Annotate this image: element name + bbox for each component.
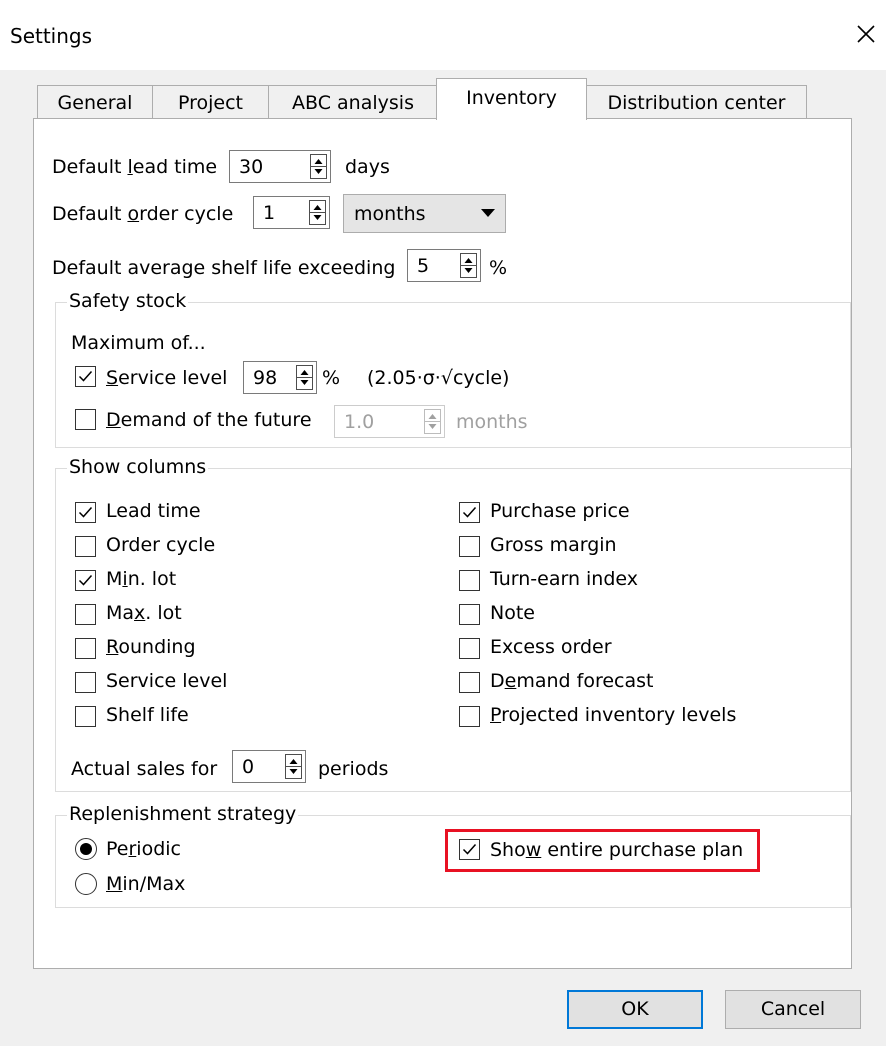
service-level-unit: % <box>322 367 341 389</box>
order-cycle-value: 1 <box>263 202 276 224</box>
shelf-life-unit: % <box>489 257 508 279</box>
spin-arrows-icon[interactable] <box>285 754 302 779</box>
column-checkbox-label[interactable]: Min. lot <box>106 568 176 590</box>
column-checkbox[interactable] <box>75 672 96 693</box>
service-level-spinner[interactable]: 98 <box>243 361 317 394</box>
column-checkbox[interactable] <box>75 706 96 727</box>
order-cycle-unit-select[interactable]: months <box>343 194 506 233</box>
column-checkbox[interactable] <box>75 570 96 591</box>
lead-time-unit: days <box>345 156 390 178</box>
safety-stock-title: Safety stock <box>67 290 189 312</box>
cancel-button[interactable]: Cancel <box>725 990 861 1029</box>
spin-arrows-icon[interactable] <box>460 253 477 278</box>
shelf-life-spinner[interactable]: 5 <box>407 249 481 282</box>
column-checkbox[interactable] <box>75 604 96 625</box>
check-icon <box>78 575 93 586</box>
periodic-radio[interactable] <box>75 838 97 860</box>
tab-inventory[interactable]: Inventory <box>436 78 587 120</box>
column-checkbox[interactable] <box>459 604 480 625</box>
window-title: Settings <box>10 24 93 48</box>
column-checkbox-label[interactable]: Note <box>490 602 535 624</box>
column-checkbox[interactable] <box>459 638 480 659</box>
spin-arrows-icon <box>424 409 441 434</box>
tab-abc-analysis[interactable]: ABC analysis <box>268 85 438 119</box>
replenishment-title: Replenishment strategy <box>67 803 299 825</box>
column-checkbox[interactable] <box>75 536 96 557</box>
chevron-down-icon <box>481 209 495 217</box>
demand-future-label[interactable]: Demand of the future <box>106 409 312 431</box>
column-checkbox-label[interactable]: Turn-earn index <box>490 568 638 590</box>
demand-future-checkbox[interactable] <box>75 409 96 430</box>
periodic-label[interactable]: Periodic <box>106 838 181 860</box>
actual-sales-value: 0 <box>242 756 255 778</box>
column-checkbox[interactable] <box>459 672 480 693</box>
lead-time-value: 30 <box>239 156 264 178</box>
ok-button[interactable]: OK <box>567 990 703 1029</box>
actual-sales-spinner[interactable]: 0 <box>232 750 306 783</box>
column-checkbox[interactable] <box>459 706 480 727</box>
column-checkbox-label[interactable]: Lead time <box>106 500 201 522</box>
service-level-checkbox[interactable] <box>75 366 96 387</box>
show-columns-title: Show columns <box>67 456 209 478</box>
shelf-life-label: Default average shelf life exceeding <box>52 257 396 279</box>
actual-sales-unit: periods <box>318 758 389 780</box>
tab-distribution-center[interactable]: Distribution center <box>586 85 807 119</box>
column-checkbox[interactable] <box>459 502 480 523</box>
lead-time-spinner[interactable]: 30 <box>229 150 331 183</box>
highlight-box <box>445 829 760 872</box>
column-checkbox-label[interactable]: Purchase price <box>490 500 630 522</box>
column-checkbox-label[interactable]: Gross margin <box>490 534 617 556</box>
spin-arrows-icon[interactable] <box>310 154 327 179</box>
service-level-value: 98 <box>253 367 278 389</box>
minmax-radio[interactable] <box>75 873 97 895</box>
check-icon <box>78 371 93 382</box>
lead-time-label: Default lead time <box>52 156 218 178</box>
demand-future-unit: months <box>456 411 528 433</box>
shelf-life-value: 5 <box>417 255 430 277</box>
tab-general[interactable]: General <box>37 85 153 119</box>
demand-future-value: 1.0 <box>344 411 375 433</box>
column-checkbox-label[interactable]: Max. lot <box>106 602 182 624</box>
column-checkbox[interactable] <box>459 570 480 591</box>
close-icon[interactable] <box>849 17 883 51</box>
demand-future-spinner: 1.0 <box>334 405 445 438</box>
column-checkbox-label[interactable]: Projected inventory levels <box>490 704 736 726</box>
column-checkbox-label[interactable]: Demand forecast <box>490 670 653 692</box>
column-checkbox-label[interactable]: Shelf life <box>106 704 189 726</box>
order-cycle-unit-value: months <box>354 203 426 225</box>
column-checkbox-label[interactable]: Order cycle <box>106 534 215 556</box>
column-checkbox[interactable] <box>459 536 480 557</box>
spin-arrows-icon[interactable] <box>309 200 326 225</box>
actual-sales-label: Actual sales for <box>71 758 218 780</box>
order-cycle-spinner[interactable]: 1 <box>253 196 330 229</box>
safety-stock-subtitle: Maximum of... <box>71 332 206 354</box>
service-level-formula: (2.05·σ·√cycle) <box>367 367 510 389</box>
spin-arrows-icon[interactable] <box>296 365 313 390</box>
tab-project[interactable]: Project <box>152 85 269 119</box>
title-bar: Settings <box>0 0 886 70</box>
column-checkbox[interactable] <box>75 638 96 659</box>
service-level-label[interactable]: Service level <box>106 367 227 389</box>
order-cycle-label: Default order cycle <box>52 203 234 225</box>
column-checkbox[interactable] <box>75 502 96 523</box>
minmax-label[interactable]: Min/Max <box>106 873 185 895</box>
check-icon <box>462 507 477 518</box>
check-icon <box>78 507 93 518</box>
column-checkbox-label[interactable]: Excess order <box>490 636 612 658</box>
column-checkbox-label[interactable]: Service level <box>106 670 227 692</box>
column-checkbox-label[interactable]: Rounding <box>106 636 196 658</box>
